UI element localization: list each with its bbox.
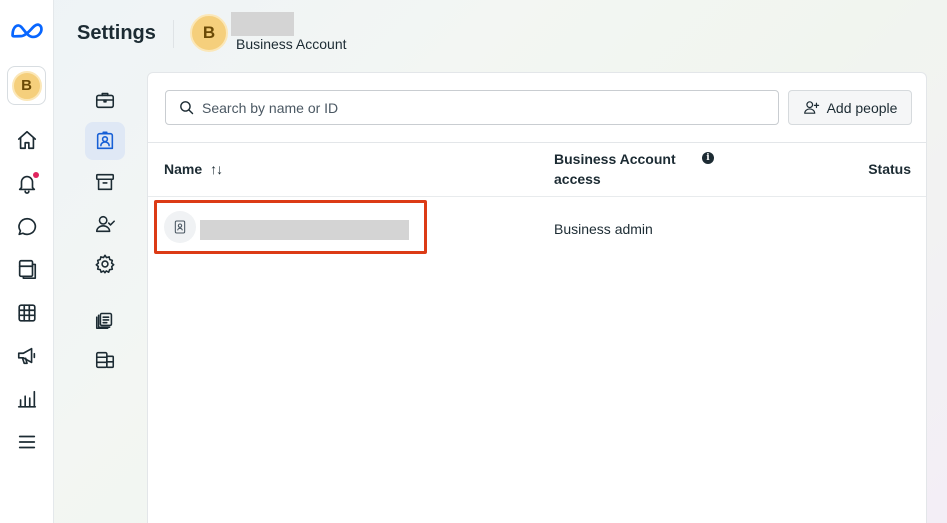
- add-person-icon: [803, 101, 819, 114]
- business-avatar[interactable]: B: [190, 14, 228, 52]
- people-panel: Add people Name ↑↓ Business Account acce…: [147, 72, 927, 523]
- megaphone-icon[interactable]: [14, 343, 40, 369]
- pages-icon[interactable]: [14, 256, 40, 282]
- table-icon[interactable]: [14, 300, 40, 326]
- search-icon: [180, 101, 194, 115]
- notifications-icon[interactable]: [14, 170, 40, 196]
- page-title: Settings: [77, 22, 156, 44]
- app-rail: B: [0, 0, 54, 523]
- column-header-name[interactable]: Name ↑↓: [164, 159, 223, 179]
- user-check-icon[interactable]: [85, 205, 125, 243]
- gear-icon[interactable]: [85, 245, 125, 283]
- row-access-value: Business admin: [554, 221, 653, 237]
- column-header-status: Status: [868, 161, 911, 177]
- archive-icon[interactable]: [85, 163, 125, 201]
- search-field[interactable]: [165, 90, 779, 125]
- business-name-redacted: [231, 12, 294, 36]
- account-avatar: B: [11, 70, 42, 101]
- sort-icon[interactable]: ↑↓: [210, 159, 223, 179]
- home-icon[interactable]: [14, 127, 40, 153]
- search-input[interactable]: [202, 99, 762, 116]
- header-divider: [173, 20, 174, 48]
- person-name-redacted[interactable]: [200, 220, 409, 240]
- database-icon[interactable]: [85, 341, 125, 379]
- table-divider: [148, 142, 926, 143]
- account-switcher-button[interactable]: B: [7, 66, 46, 105]
- business-account-label: Business Account: [236, 36, 347, 52]
- analytics-icon[interactable]: [14, 386, 40, 412]
- meta-logo-icon[interactable]: [10, 20, 44, 42]
- library-icon[interactable]: [85, 300, 125, 338]
- table-row[interactable]: Business admin: [148, 197, 926, 259]
- messages-icon[interactable]: [14, 214, 40, 240]
- person-badge-icon: [164, 211, 196, 243]
- menu-icon[interactable]: [14, 429, 40, 455]
- info-icon[interactable]: i: [702, 152, 714, 164]
- column-header-access: Business Account access: [554, 151, 676, 187]
- add-people-button[interactable]: Add people: [788, 90, 912, 125]
- briefcase-icon[interactable]: [85, 81, 125, 119]
- column-name-label: Name: [164, 161, 203, 177]
- people-badge-icon[interactable]: [85, 122, 125, 160]
- notification-dot: [33, 172, 39, 178]
- add-people-label: Add people: [826, 99, 898, 116]
